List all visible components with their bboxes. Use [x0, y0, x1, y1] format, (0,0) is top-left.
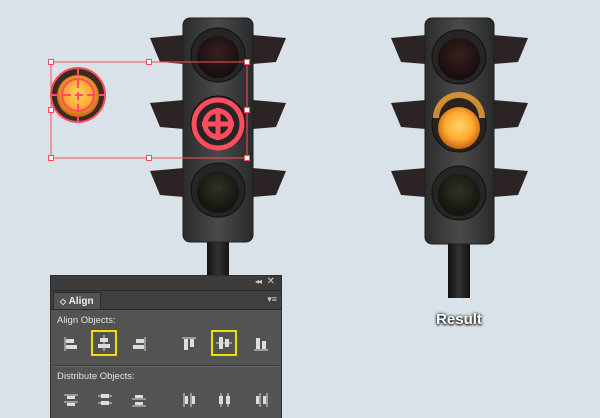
horizontal-distribute-left-button[interactable] — [177, 388, 203, 414]
lamp-green-off — [190, 162, 246, 218]
lamp-red-off — [190, 27, 246, 83]
close-panel-icon[interactable]: ✕ — [267, 276, 275, 287]
vertical-distribute-top-button[interactable] — [59, 388, 85, 414]
vertical-align-bottom-button[interactable] — [249, 332, 275, 358]
panel-titlebar[interactable]: ◂◂ ✕ — [51, 276, 281, 291]
section-divider — [53, 365, 279, 367]
vertical-distribute-bottom-icon — [132, 395, 146, 407]
panel-tab-row: ◇ Align ▾≡ — [51, 291, 281, 310]
result-caption: Result — [436, 311, 482, 328]
tab-align-label: Align — [68, 296, 94, 307]
panel-menu-icon[interactable]: ▾≡ — [267, 294, 277, 305]
tab-expand-icon: ◇ — [60, 297, 67, 306]
vertical-align-top-button[interactable] — [177, 332, 203, 358]
vertical-distribute-center-icon — [98, 394, 112, 405]
horizontal-distribute-center-button[interactable] — [213, 388, 239, 414]
horizontal-align-right-icon — [133, 337, 146, 351]
vertical-distribute-top-icon — [64, 394, 78, 406]
traffic-light-editing[interactable] — [150, 17, 286, 278]
collapse-panel-icon[interactable]: ◂◂ — [255, 277, 262, 286]
horizontal-distribute-left-icon — [183, 393, 195, 407]
visors-right — [252, 35, 286, 197]
horizontal-align-right-button[interactable] — [127, 332, 153, 358]
vertical-align-center-icon — [216, 337, 232, 349]
result-lamp-amber-on — [431, 92, 487, 153]
horizontal-align-center-button[interactable] — [91, 330, 117, 356]
traffic-light-result — [391, 17, 528, 298]
vertical-align-top-icon — [182, 337, 196, 350]
horizontal-distribute-right-icon — [256, 393, 268, 407]
horizontal-align-left-button[interactable] — [59, 332, 85, 358]
amber-lamp-object[interactable] — [50, 67, 106, 123]
horizontal-align-left-icon — [64, 337, 77, 351]
vertical-distribute-center-button[interactable] — [93, 388, 119, 414]
tab-align[interactable]: ◇ Align — [53, 292, 101, 309]
align-objects-label: Align Objects: — [57, 315, 116, 326]
result-lamp-green-off — [431, 165, 487, 221]
distribute-objects-label: Distribute Objects: — [57, 371, 135, 382]
horizontal-align-center-icon — [98, 335, 110, 351]
vertical-align-center-button[interactable] — [211, 330, 237, 356]
result-lamp-red-off — [431, 29, 487, 85]
vertical-distribute-bottom-button[interactable] — [127, 388, 153, 414]
visors-left — [150, 35, 184, 197]
align-panel: ◂◂ ✕ ◇ Align ▾≡ Align Objects: Distribut… — [50, 275, 282, 418]
horizontal-distribute-right-button[interactable] — [249, 388, 275, 414]
vertical-align-bottom-icon — [254, 338, 268, 351]
horizontal-distribute-center-icon — [219, 393, 230, 407]
pole — [207, 238, 229, 278]
